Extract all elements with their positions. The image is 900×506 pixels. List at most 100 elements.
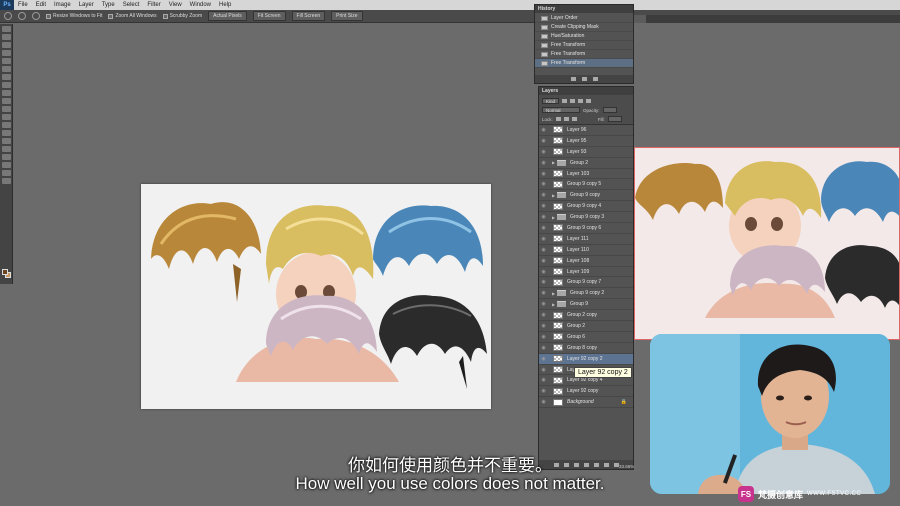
menu-filter[interactable]: Filter	[143, 2, 164, 8]
crop-tool-icon[interactable]	[1, 58, 11, 64]
blend-mode-select[interactable]: Normal	[542, 107, 580, 113]
lock-all-icon[interactable]	[571, 117, 577, 121]
layer-group-row[interactable]: ◉ ▶ Group 9 copy 3	[539, 212, 633, 224]
resize-windows-checkbox[interactable]: Resize Windows to Fit	[46, 13, 102, 19]
layer-row[interactable]: ◉ Background 🔒	[539, 397, 633, 409]
visibility-eye-icon[interactable]: ◉	[539, 147, 548, 156]
history-item[interactable]: Layer Order	[535, 14, 633, 23]
visibility-eye-icon[interactable]: ◉	[539, 136, 548, 145]
layer-row[interactable]: ◉ Group 9 copy 7	[539, 277, 633, 289]
visibility-eye-icon[interactable]: ◉	[539, 278, 548, 287]
visibility-eye-icon[interactable]: ◉	[539, 332, 548, 341]
path-select-tool-icon[interactable]	[1, 154, 11, 160]
visibility-eye-icon[interactable]: ◉	[539, 343, 548, 352]
filter-adjust-icon[interactable]	[570, 99, 576, 103]
visibility-eye-icon[interactable]: ◉	[539, 125, 548, 134]
filter-shape-icon[interactable]	[586, 99, 592, 103]
print-size-button[interactable]: Print Size	[331, 11, 363, 21]
fit-screen-button[interactable]: Fit Screen	[252, 11, 286, 21]
history-item[interactable]: Free Transform	[535, 41, 633, 50]
menu-window[interactable]: Window	[186, 2, 215, 8]
layer-group-row[interactable]: ◉ ▶ Group 2	[539, 158, 633, 169]
history-brush-tool-icon[interactable]	[1, 98, 11, 104]
visibility-eye-icon[interactable]: ◉	[539, 289, 548, 298]
layer-row[interactable]: ◉ Group 9 copy 5	[539, 179, 633, 191]
visibility-eye-icon[interactable]: ◉	[539, 300, 548, 309]
history-item[interactable]: Free Transform	[535, 50, 633, 59]
layer-row[interactable]: ◉ Group 6	[539, 332, 633, 343]
filter-type-icon[interactable]	[578, 99, 584, 103]
menu-help[interactable]: Help	[215, 2, 235, 8]
layer-row[interactable]: ◉ Group 2	[539, 321, 633, 332]
visibility-eye-icon[interactable]: ◉	[539, 354, 548, 363]
hand-tool-icon[interactable]	[1, 170, 11, 176]
type-tool-icon[interactable]	[1, 146, 11, 152]
layer-row[interactable]: ◉ Layer 92 copy	[539, 386, 633, 398]
lock-position-icon[interactable]	[563, 117, 569, 121]
brush-tool-icon[interactable]	[1, 82, 11, 88]
expand-triangle-icon[interactable]: ▶	[552, 193, 556, 198]
expand-triangle-icon[interactable]: ▶	[552, 160, 556, 165]
visibility-eye-icon[interactable]: ◉	[539, 191, 548, 200]
visibility-eye-icon[interactable]: ◉	[539, 321, 548, 330]
history-item[interactable]: Create Clipping Mask	[535, 23, 633, 32]
visibility-eye-icon[interactable]: ◉	[539, 245, 548, 254]
foreground-color-swatch[interactable]	[2, 269, 8, 275]
menu-image[interactable]: Image	[50, 2, 75, 8]
layer-row[interactable]: ◉ Group 9 copy 6	[539, 223, 633, 234]
visibility-eye-icon[interactable]: ◉	[539, 169, 548, 178]
layer-row[interactable]: ◉ Group 9 copy 4	[539, 201, 633, 213]
layer-row[interactable]: ◉ Layer 108	[539, 256, 633, 267]
layer-row[interactable]: ◉ Layer 96	[539, 125, 633, 136]
fill-field[interactable]	[607, 116, 622, 122]
visibility-eye-icon[interactable]: ◉	[539, 213, 548, 222]
menu-view[interactable]: View	[165, 2, 186, 8]
layer-group-row[interactable]: ◉ ▶ Group 9	[539, 299, 633, 311]
second-document[interactable]	[634, 147, 900, 340]
visibility-eye-icon[interactable]: ◉	[539, 365, 548, 374]
pen-tool-icon[interactable]	[1, 138, 11, 144]
menu-layer[interactable]: Layer	[75, 2, 98, 8]
layer-row[interactable]: ◉ Layer 111	[539, 234, 633, 245]
visibility-eye-icon[interactable]: ◉	[539, 267, 548, 276]
marquee-tool-icon[interactable]	[1, 34, 11, 40]
scrubby-zoom-checkbox[interactable]: Scrubby Zoom	[162, 13, 202, 19]
eraser-tool-icon[interactable]	[1, 106, 11, 112]
visibility-eye-icon[interactable]: ◉	[539, 311, 548, 320]
layer-row[interactable]: ◉ Layer 109	[539, 267, 633, 278]
expand-triangle-icon[interactable]: ▶	[552, 291, 556, 296]
canvas-document[interactable]	[141, 184, 491, 409]
layer-group-row[interactable]: ◉ ▶ Group 9 copy 2	[539, 288, 633, 300]
menu-type[interactable]: Type	[98, 2, 119, 8]
dodge-tool-icon[interactable]	[1, 130, 11, 136]
layer-row[interactable]: ◉ Group 8 copy	[539, 343, 633, 354]
zoom-in-icon[interactable]	[18, 12, 26, 20]
quick-select-tool-icon[interactable]	[1, 50, 11, 56]
eyedropper-tool-icon[interactable]	[1, 66, 11, 72]
layer-row[interactable]: ◉ Layer 110	[539, 245, 633, 256]
history-item-current[interactable]: Free Transform	[535, 59, 633, 68]
menu-file[interactable]: File	[14, 2, 32, 8]
layer-row[interactable]: ◉ Layer 92 copy 2	[539, 353, 633, 365]
visibility-eye-icon[interactable]: ◉	[539, 234, 548, 243]
fill-screen-button[interactable]: Fill Screen	[291, 11, 326, 21]
layer-row[interactable]: ◉ Layer 93	[539, 147, 633, 158]
menu-edit[interactable]: Edit	[32, 2, 50, 8]
zoom-all-checkbox[interactable]: Zoom All Windows	[108, 13, 157, 19]
filter-pixel-icon[interactable]	[562, 99, 568, 103]
document-tab[interactable]	[634, 15, 646, 23]
visibility-eye-icon[interactable]: ◉	[539, 180, 548, 189]
visibility-eye-icon[interactable]: ◉	[539, 223, 548, 232]
visibility-eye-icon[interactable]: ◉	[539, 202, 548, 211]
gradient-tool-icon[interactable]	[1, 114, 11, 120]
zoom-tool-icon[interactable]	[4, 12, 12, 20]
menu-select[interactable]: Select	[119, 2, 144, 8]
new-document-icon[interactable]	[570, 77, 576, 81]
lasso-tool-icon[interactable]	[1, 42, 11, 48]
blur-tool-icon[interactable]	[1, 122, 11, 128]
expand-triangle-icon[interactable]: ▶	[552, 302, 556, 307]
snapshot-icon[interactable]	[581, 77, 587, 81]
visibility-eye-icon[interactable]: ◉	[539, 256, 548, 265]
layer-group-row[interactable]: ◉ ▶ Group 9 copy	[539, 190, 633, 202]
lock-pixels-icon[interactable]	[555, 117, 561, 121]
